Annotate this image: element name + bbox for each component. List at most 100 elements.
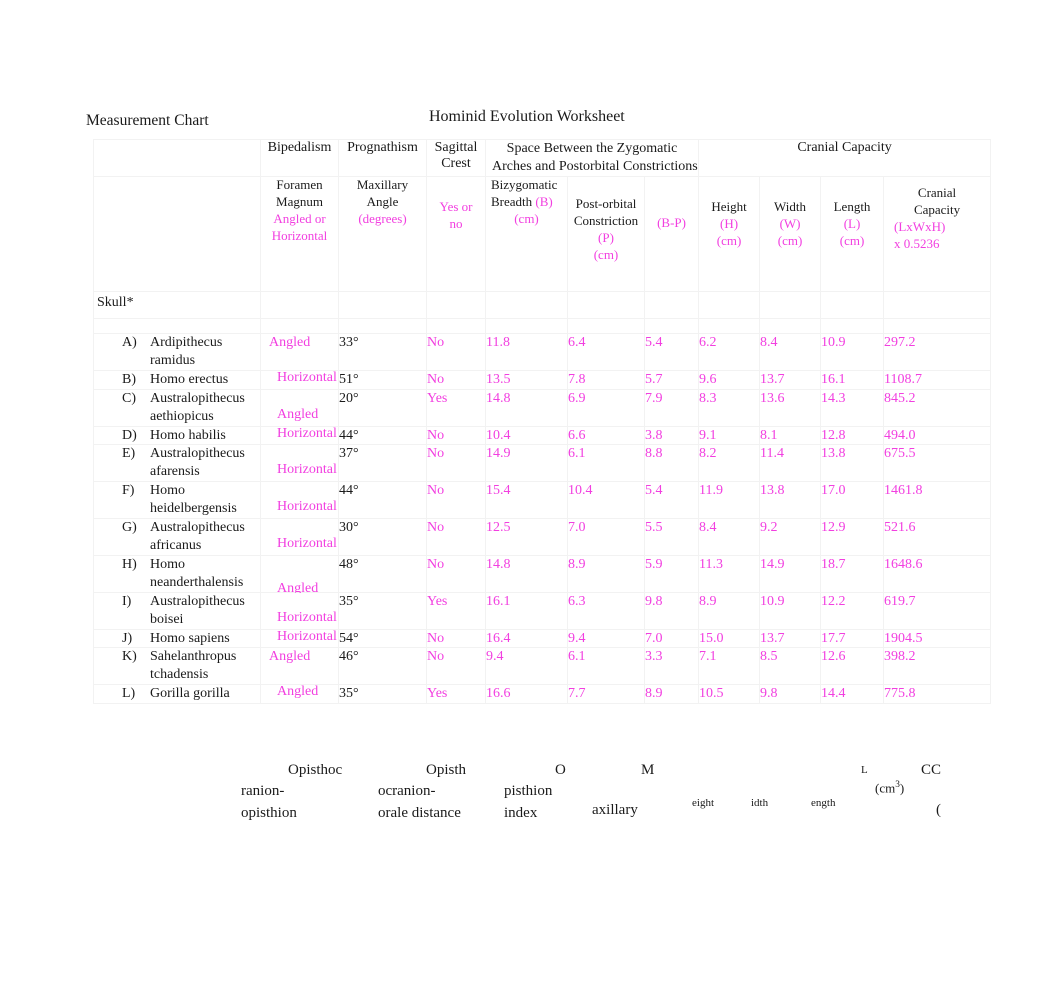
row-length-cell: 12.2 [820, 591, 885, 630]
row-length-cell: 10.9 [820, 333, 885, 371]
row-species-label: Gorilla gorilla [150, 686, 230, 702]
row-b-minus-p-cell: 8.8 [643, 444, 700, 483]
row-bipedalism-value: Horizontal [277, 628, 337, 644]
species-name: K) Sahelanthropus tchadensis [94, 648, 260, 684]
row-cranial-capacity-cell: 619.7 [883, 591, 992, 630]
header-cell-prognathism: Prognathism [338, 139, 427, 177]
row-postorbital-value: 7.8 [568, 371, 586, 387]
row-length-value: 18.7 [821, 556, 846, 572]
row-postorbital-value: 10.4 [568, 483, 593, 499]
subheader-foramen-line2: Magnum [276, 193, 323, 209]
row-bipedalism-value: Horizontal [277, 609, 337, 625]
row-postorbital-value: 6.4 [568, 335, 586, 350]
row-height-cell: 8.2 [698, 444, 761, 483]
subheader-cell-foramen-magnum: Foramen Magnum Angled or Horizontal [260, 176, 339, 292]
row-letter: E) [122, 446, 136, 462]
section-label-skull: Skull* [97, 295, 134, 310]
row-sagittal-crest-value: Yes [427, 686, 448, 702]
row-maxillary-angle-value: 33° [339, 335, 359, 350]
row-species-label: Ardipithecus ramidus [150, 335, 223, 368]
row-width-cell: 9.2 [759, 518, 822, 556]
header-label-sagittal-line2: Crest [441, 156, 471, 171]
row-bizygomatic-cell: 12.5 [485, 518, 568, 556]
row-bizygomatic-value: 16.6 [486, 686, 511, 702]
spacer-cell [338, 318, 427, 334]
row-height-cell: 10.5 [698, 684, 761, 705]
row-width-value: 8.5 [760, 649, 778, 665]
row-species-cell: H) Homo neanderthalensis [93, 554, 261, 593]
spacer-cell [426, 318, 486, 334]
row-bizygomatic-cell: 14.9 [485, 444, 568, 483]
row-sagittal-crest-cell: No [426, 554, 486, 593]
footer-fragment-m: M [641, 762, 655, 778]
row-species-label: Sahelanthropus tchadensis [150, 649, 237, 683]
species-name: E) Australopithecus afarensis [94, 445, 260, 481]
row-length-cell: 16.1 [820, 369, 885, 390]
row-b-minus-p-cell: 3.3 [643, 647, 700, 686]
row-postorbital-value: 7.7 [568, 686, 586, 702]
subheader-cell-height: Height (H) (cm) [698, 176, 761, 292]
row-cranial-capacity-cell: 675.5 [883, 444, 992, 483]
row-sagittal-crest-cell: Yes [426, 388, 486, 427]
row-postorbital-cell: 7.7 [567, 684, 645, 705]
table-row: K) Sahelanthropus tchadensis Angled 46° No 9.… [93, 647, 992, 686]
subheader-bizygomatic-line2: Breadth (B) [486, 194, 567, 211]
row-b-minus-p-cell: 5.5 [643, 518, 700, 556]
row-height-cell: 11.9 [698, 481, 761, 520]
footer-fragment-idth: idth [751, 797, 769, 809]
row-b-minus-p-cell: 5.4 [643, 481, 700, 520]
row-height-cell: 15.0 [698, 628, 761, 649]
row-cranial-capacity-value: 1108.7 [884, 371, 923, 387]
row-sagittal-crest-value: No [427, 483, 445, 499]
header-label-zygomatic-line1: Space Between the Zygomatic [506, 141, 678, 156]
row-width-cell: 10.9 [759, 591, 822, 630]
row-sagittal-crest-value: No [427, 371, 445, 387]
row-species-cell: D) Homo habilis [93, 425, 261, 446]
row-width-value: 9.8 [760, 686, 778, 702]
subheader-cell-postorbital-constriction: Post-orbital Constriction (P) (cm) [567, 176, 645, 292]
row-length-value: 12.8 [821, 427, 846, 443]
section-cell-skull: Skull* [93, 291, 261, 319]
row-height-cell: 6.2 [698, 333, 761, 371]
row-b-minus-p-value: 5.4 [645, 483, 663, 499]
row-width-value: 10.9 [760, 593, 785, 609]
row-species-cell: I) Australopithecus boisei [93, 591, 261, 630]
header-label-bipedalism: Bipedalism [267, 140, 332, 155]
subheader-foramen-line1: Foramen [276, 177, 323, 192]
row-b-minus-p-cell: 5.9 [643, 554, 700, 593]
footer-fragment-ength: ength [811, 797, 836, 809]
row-bizygomatic-cell: 16.6 [485, 684, 568, 705]
row-bizygomatic-value: 16.1 [486, 593, 511, 609]
row-species-label: Australopithecus africanus [150, 520, 245, 553]
row-species-label: Homo heidelbergensis [150, 483, 237, 517]
row-bizygomatic-value: 14.8 [486, 390, 511, 406]
row-height-cell: 9.1 [698, 425, 761, 446]
row-b-minus-p-value: 8.8 [645, 446, 663, 462]
subheader-cranial-line2: Capacity [913, 201, 961, 217]
row-postorbital-cell: 6.1 [567, 444, 645, 483]
table-subheader-row: Foramen Magnum Angled or Horizontal Maxillar… [93, 176, 992, 292]
row-maxillary-angle-value: 51° [339, 371, 359, 387]
subheader-postorbital-line1: Post-orbital [575, 196, 637, 211]
row-length-value: 10.9 [821, 335, 846, 350]
row-sagittal-crest-value: No [427, 649, 445, 665]
row-bipedalism-cell: Horizontal [260, 370, 339, 390]
row-maxillary-angle-cell: 51° [338, 369, 427, 390]
footer-fragment-pisthion: pisthion [504, 783, 553, 799]
row-height-value: 8.3 [699, 390, 717, 406]
species-name: G) Australopithecus africanus [94, 519, 260, 555]
section-cell-blank [759, 291, 822, 319]
row-bizygomatic-cell: 13.5 [485, 369, 568, 390]
row-letter: L) [122, 686, 136, 702]
footer-fragment-axillary: axillary [592, 802, 638, 818]
row-sagittal-crest-cell: No [426, 425, 486, 446]
row-postorbital-cell: 10.4 [567, 481, 645, 520]
subheader-cell-bizygomatic-breadth: Bizygomatic Breadth (B) (cm) [485, 176, 568, 292]
row-cranial-capacity-value: 1461.8 [884, 483, 923, 499]
row-cranial-capacity-value: 1648.6 [884, 556, 923, 572]
row-height-value: 8.9 [699, 593, 717, 609]
row-letter: H) [122, 556, 137, 572]
row-postorbital-cell: 7.0 [567, 518, 645, 556]
row-species-cell: G) Australopithecus africanus [93, 518, 261, 556]
row-cranial-capacity-value: 494.0 [884, 427, 916, 443]
